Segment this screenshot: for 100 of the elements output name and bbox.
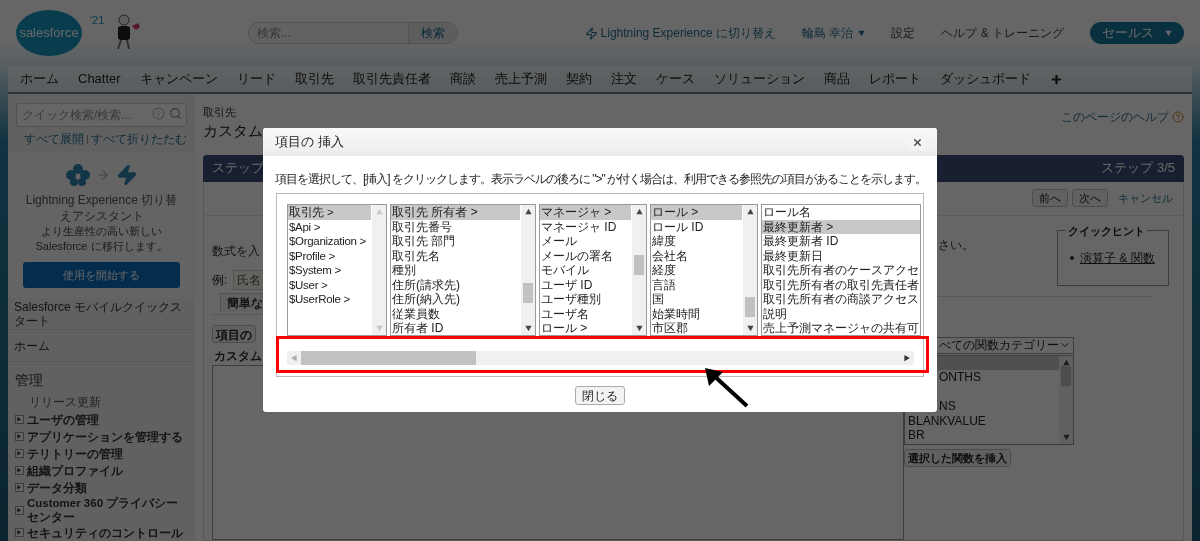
field-option[interactable]: 取引先所有者のケースアクセ <box>762 263 920 278</box>
page-help-link[interactable]: このページのヘルプ <box>1061 110 1184 124</box>
field-option[interactable]: 会社名 <box>651 248 742 263</box>
field-option[interactable]: ユーザ名 <box>540 306 631 321</box>
field-option[interactable]: 売上予測マネージャの共有可 <box>762 321 920 335</box>
field-option[interactable]: 住所(納入先) <box>391 292 520 307</box>
field-option[interactable]: 国 <box>651 292 742 307</box>
field-option[interactable]: 緯度 <box>651 234 742 249</box>
header-link[interactable]: 設定 <box>891 24 916 42</box>
field-option[interactable]: 住所(請求先) <box>391 277 520 292</box>
insert-function-button[interactable]: 選択した関数を挿入 <box>904 448 1011 467</box>
vertical-scrollbar[interactable] <box>743 205 757 335</box>
field-option[interactable]: 最終更新日 <box>762 248 920 263</box>
lightning-switch-link[interactable]: Lightning Experience に切り替え <box>584 24 776 42</box>
close-dialog-button[interactable]: 閉じる <box>575 386 625 405</box>
field-option[interactable]: ユーザ種別 <box>540 292 631 307</box>
nav-button[interactable]: 次へ <box>1072 189 1108 207</box>
nav-tab[interactable]: リード <box>236 69 276 89</box>
field-option[interactable]: ロール名 <box>762 205 920 220</box>
field-option[interactable]: $UserRole > <box>288 292 371 307</box>
insert-field-button[interactable]: 項目の <box>212 324 256 343</box>
field-option[interactable]: 取引先 > <box>288 205 371 220</box>
vertical-scrollbar[interactable] <box>521 205 535 335</box>
vertical-scrollbar[interactable] <box>1059 355 1073 444</box>
field-option[interactable]: メール <box>540 234 631 249</box>
nav-tab[interactable]: キャンペーン <box>139 69 218 89</box>
field-option[interactable]: 所有者 ID <box>391 321 520 335</box>
tree-item[interactable]: 組織プロファイル <box>15 462 188 479</box>
nav-tab[interactable]: レポート <box>868 69 921 89</box>
tree-item[interactable]: ユーザの管理 <box>15 411 188 428</box>
app-menu[interactable]: セールス <box>1090 22 1184 44</box>
scroll-thumb[interactable] <box>634 255 644 275</box>
field-option[interactable]: ロール ID <box>651 219 742 234</box>
vertical-scrollbar[interactable] <box>632 205 646 335</box>
nav-tab[interactable]: 契約 <box>565 69 592 89</box>
field-option[interactable]: 取引先名 <box>391 248 520 263</box>
close-button[interactable] <box>909 134 925 150</box>
vertical-scrollbar[interactable] <box>372 205 386 335</box>
field-option[interactable]: $Api > <box>288 219 371 234</box>
tree-item[interactable]: Customer 360 プライバシーセンター <box>15 496 188 524</box>
nav-tab[interactable]: ダッシュボード <box>939 69 1031 89</box>
collapse-all-link[interactable]: すべて折りたたむ <box>91 130 187 148</box>
nav-tab[interactable]: ホーム <box>20 69 59 89</box>
field-option[interactable]: ロール > <box>540 321 631 335</box>
field-option[interactable]: メールの署名 <box>540 248 631 263</box>
field-option[interactable]: モバイル <box>540 263 631 278</box>
field-option[interactable]: 説明 <box>762 306 920 321</box>
tree-item[interactable]: データ分類 <box>15 479 188 496</box>
search-button[interactable]: 検索 <box>408 23 457 43</box>
field-option[interactable]: 最終更新者 ID <box>762 234 920 249</box>
field-list[interactable]: マネージャ > マネージャ ID メール メールの署名 モバイル ユーザ ID ユーザ種別 ユーザ名 ロール > <box>539 204 647 336</box>
field-list[interactable]: ロール名 最終更新者 > 最終更新者 ID 最終更新日 取引先所有者のケースアクセ 取引先所有者の取引先責任者 取引先所有者の商談アクセス 説明 売上予測マネージャの共有可 <box>761 204 921 336</box>
nav-tab[interactable]: Chatter <box>78 69 121 89</box>
add-tab-icon[interactable] <box>1049 72 1063 86</box>
nav-tab[interactable]: 取引先責任者 <box>352 69 431 89</box>
scroll-thumb[interactable] <box>1061 365 1071 386</box>
field-option[interactable]: 取引先番号 <box>391 219 520 234</box>
tree-item[interactable]: アプリケーションを管理する <box>15 428 188 445</box>
field-option[interactable]: $Profile > <box>288 248 371 263</box>
field-option[interactable]: 従業員数 <box>391 306 520 321</box>
nav-tab[interactable]: 取引先 <box>294 69 334 89</box>
field-list[interactable]: 取引先 > $Api > $Organization > $Profile > $System > $User > $UserRole > <box>287 204 387 336</box>
field-option[interactable]: $User > <box>288 277 371 292</box>
field-option[interactable]: 取引先所有者の商談アクセス <box>762 292 920 307</box>
field-option[interactable]: 経度 <box>651 263 742 278</box>
nav-tab[interactable]: 商品 <box>823 69 850 89</box>
field-option[interactable]: $System > <box>288 263 371 278</box>
header-link[interactable]: ヘルプ & トレーニング <box>941 24 1064 42</box>
field-option[interactable]: 種別 <box>391 263 520 278</box>
scroll-thumb[interactable] <box>745 297 755 317</box>
nav-tab[interactable]: 注文 <box>610 69 637 89</box>
field-list[interactable]: 取引先 所有者 > 取引先番号 取引先 部門 取引先名 種別 住所(請求先) 住所(納入先) 従業員数 所有者 ID <box>390 204 536 336</box>
field-option[interactable]: 取引先 所有者 > <box>391 205 520 220</box>
field-option[interactable]: 取引先 部門 <box>391 234 520 249</box>
scroll-thumb[interactable] <box>523 283 533 303</box>
nav-button[interactable]: 前へ <box>1032 189 1068 207</box>
field-option[interactable]: 言語 <box>651 277 742 292</box>
field-option[interactable]: マネージャ > <box>540 205 631 220</box>
field-option[interactable]: ユーザ ID <box>540 277 631 292</box>
get-started-button[interactable]: 使用を開始する <box>23 262 180 288</box>
field-option[interactable]: マネージャ ID <box>540 219 631 234</box>
nav-tab[interactable]: 商談 <box>449 69 476 89</box>
user-menu[interactable]: 輪島 幸治 <box>802 24 866 42</box>
field-option[interactable]: ロール > <box>651 205 742 220</box>
search-icon[interactable] <box>169 107 182 120</box>
operators-link[interactable]: 演算子 & 関数 <box>1080 248 1155 267</box>
nav-tab[interactable]: ケース <box>655 69 695 89</box>
field-option[interactable]: 最終更新者 > <box>762 219 920 234</box>
cancel-link[interactable]: キャンセル <box>1118 189 1173 207</box>
sidebar-link[interactable]: リリース更新 <box>29 393 188 411</box>
salesforce-logo[interactable]: salesforce <box>16 10 82 56</box>
field-list[interactable]: ロール > ロール ID 緯度 会社名 経度 言語 国 始業時間 市区郡 <box>650 204 758 336</box>
nav-tab[interactable]: 売上予測 <box>494 69 547 89</box>
expand-all-link[interactable]: すべて展開 <box>24 130 84 148</box>
field-option[interactable]: 始業時間 <box>651 306 742 321</box>
field-option[interactable]: 市区郡 <box>651 321 742 335</box>
field-option[interactable]: $Organization > <box>288 234 371 249</box>
scroll-thumb[interactable] <box>301 351 476 365</box>
nav-tab[interactable]: ソリューション <box>713 69 805 89</box>
tree-item[interactable]: テリトリーの管理 <box>15 445 188 462</box>
